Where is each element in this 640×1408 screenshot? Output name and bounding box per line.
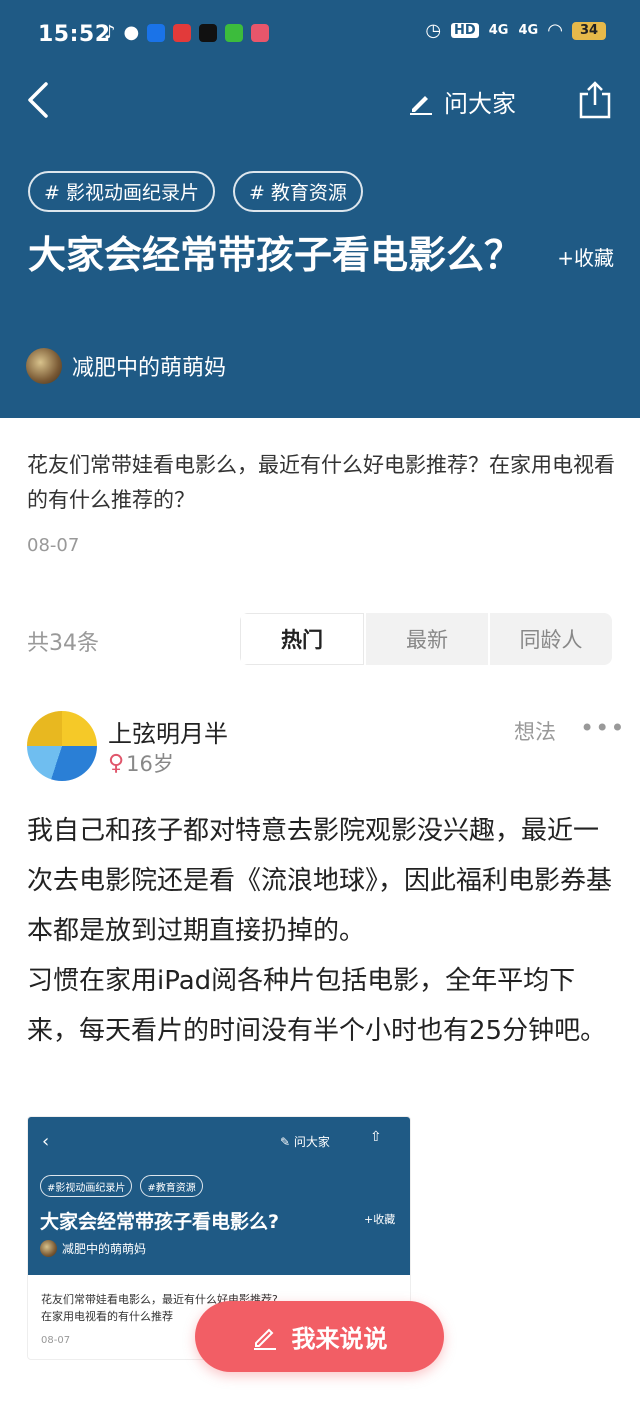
battery-indicator: 34 — [572, 21, 606, 40]
tag-education[interactable]: # 教育资源 — [232, 171, 363, 212]
question-author[interactable]: 减肥中的萌萌妈 — [26, 348, 226, 384]
tag-film-animation[interactable]: # 影视动画纪录片 — [28, 171, 215, 212]
sort-tabs: 热门 最新 同龄人 — [240, 613, 612, 665]
alarm-icon: ◷ — [425, 20, 442, 41]
more-options-button[interactable]: ••• — [580, 714, 625, 742]
zhihu-app-icon — [147, 23, 166, 42]
answer-paragraph-1: 我自己和孩子都对特意去影院观影没兴趣，最近一次去电影院还是看《流浪地球》，因此福… — [27, 816, 613, 946]
write-answer-button[interactable]: 我来说说 — [195, 1301, 444, 1372]
app-icon-pink — [251, 23, 270, 42]
embed-tag-1: #影视动画纪录片 — [40, 1175, 133, 1197]
capcut-app-icon — [199, 23, 218, 42]
answerer-name[interactable]: 上弦明月半 — [108, 714, 228, 749]
ask-everyone-label: 问大家 — [444, 90, 516, 118]
embed-tag-2: #教育资源 — [140, 1175, 203, 1197]
wifi-icon: ◠ — [548, 20, 562, 41]
ask-everyone-button[interactable]: 问大家 — [408, 84, 516, 119]
question-date: 08-07 — [27, 535, 80, 556]
back-button[interactable] — [24, 80, 64, 120]
iqiyi-app-icon — [225, 23, 244, 42]
embed-author: 减肥中的萌萌妈 — [40, 1240, 146, 1257]
signal-4g-1: 4G — [488, 23, 509, 38]
tab-same-age[interactable]: 同龄人 — [488, 613, 612, 665]
question-tags: # 影视动画纪录片 # 教育资源 — [28, 171, 363, 212]
tab-latest[interactable]: 最新 — [364, 613, 488, 665]
embed-title: 大家会经常带孩子看电影么? — [40, 1211, 280, 1233]
embed-collect: +收藏 — [364, 1213, 396, 1226]
embed-header: ‹ ✎ 问大家 ⇧ #影视动画纪录片 #教育资源 大家会经常带孩子看电影么? +… — [28, 1117, 410, 1275]
message-icon: ● — [123, 22, 140, 43]
embed-tags: #影视动画纪录片 #教育资源 — [40, 1175, 203, 1197]
pencil-icon — [410, 95, 432, 115]
answerer-age-text: 16岁 — [126, 752, 174, 776]
app-icon-red — [173, 23, 192, 42]
embed-author-name: 减肥中的萌萌妈 — [62, 1242, 147, 1256]
hd-indicator: HD — [451, 23, 479, 38]
status-time: 15:52 — [38, 22, 111, 47]
answer-type-label: 想法 — [514, 720, 556, 744]
answerer-age: ♀ 16岁 — [108, 748, 174, 778]
status-bar: 15:52 ♪ ● ◷ HD 4G 4G ◠ 34 — [0, 0, 640, 70]
female-icon: ♀ — [108, 750, 125, 776]
answer-text: 我自己和孩子都对特意去影院观影没兴趣，最近一次去电影院还是看《流浪地球》，因此福… — [27, 806, 617, 1056]
pencil-icon — [253, 1328, 276, 1350]
answer-paragraph-2: 习惯在家用iPad阅各种片包括电影，全年平均下来，每天看片的时间没有半个小时也有… — [27, 966, 607, 1046]
bottom-toolbar-edge — [0, 1396, 640, 1408]
write-answer-label: 我来说说 — [291, 1325, 388, 1353]
collect-button[interactable]: +收藏 — [557, 242, 614, 271]
author-avatar — [26, 348, 62, 384]
embed-ask-label: ✎ 问大家 — [280, 1135, 330, 1149]
embed-author-avatar — [40, 1240, 57, 1257]
answerer-avatar[interactable] — [27, 711, 97, 781]
embed-back-icon: ‹ — [42, 1131, 50, 1152]
embed-share-icon: ⇧ — [370, 1129, 382, 1145]
question-header: 15:52 ♪ ● ◷ HD 4G 4G ◠ 34 问大家 # 影视动画纪录片 … — [0, 0, 640, 418]
embed-date: 08-07 — [41, 1335, 71, 1346]
question-description: 花友们常带娃看电影么，最近有什么好电影推荐？在家用电视看的有什么推荐的？ — [27, 453, 615, 512]
tiktok-icon: ♪ — [104, 22, 116, 43]
tab-hot[interactable]: 热门 — [240, 613, 364, 665]
question-title: 大家会经常带孩子看电影么？ — [28, 233, 523, 277]
author-name: 减肥中的萌萌妈 — [72, 356, 227, 381]
signal-4g-2: 4G — [518, 23, 539, 38]
back-arrow-icon — [28, 82, 48, 118]
answer-count: 共34条 — [27, 631, 99, 656]
share-button[interactable] — [578, 80, 612, 120]
share-icon — [579, 81, 611, 119]
status-right: ◷ HD 4G 4G ◠ 34 — [425, 20, 606, 41]
notification-icons: ♪ ● — [104, 22, 270, 43]
